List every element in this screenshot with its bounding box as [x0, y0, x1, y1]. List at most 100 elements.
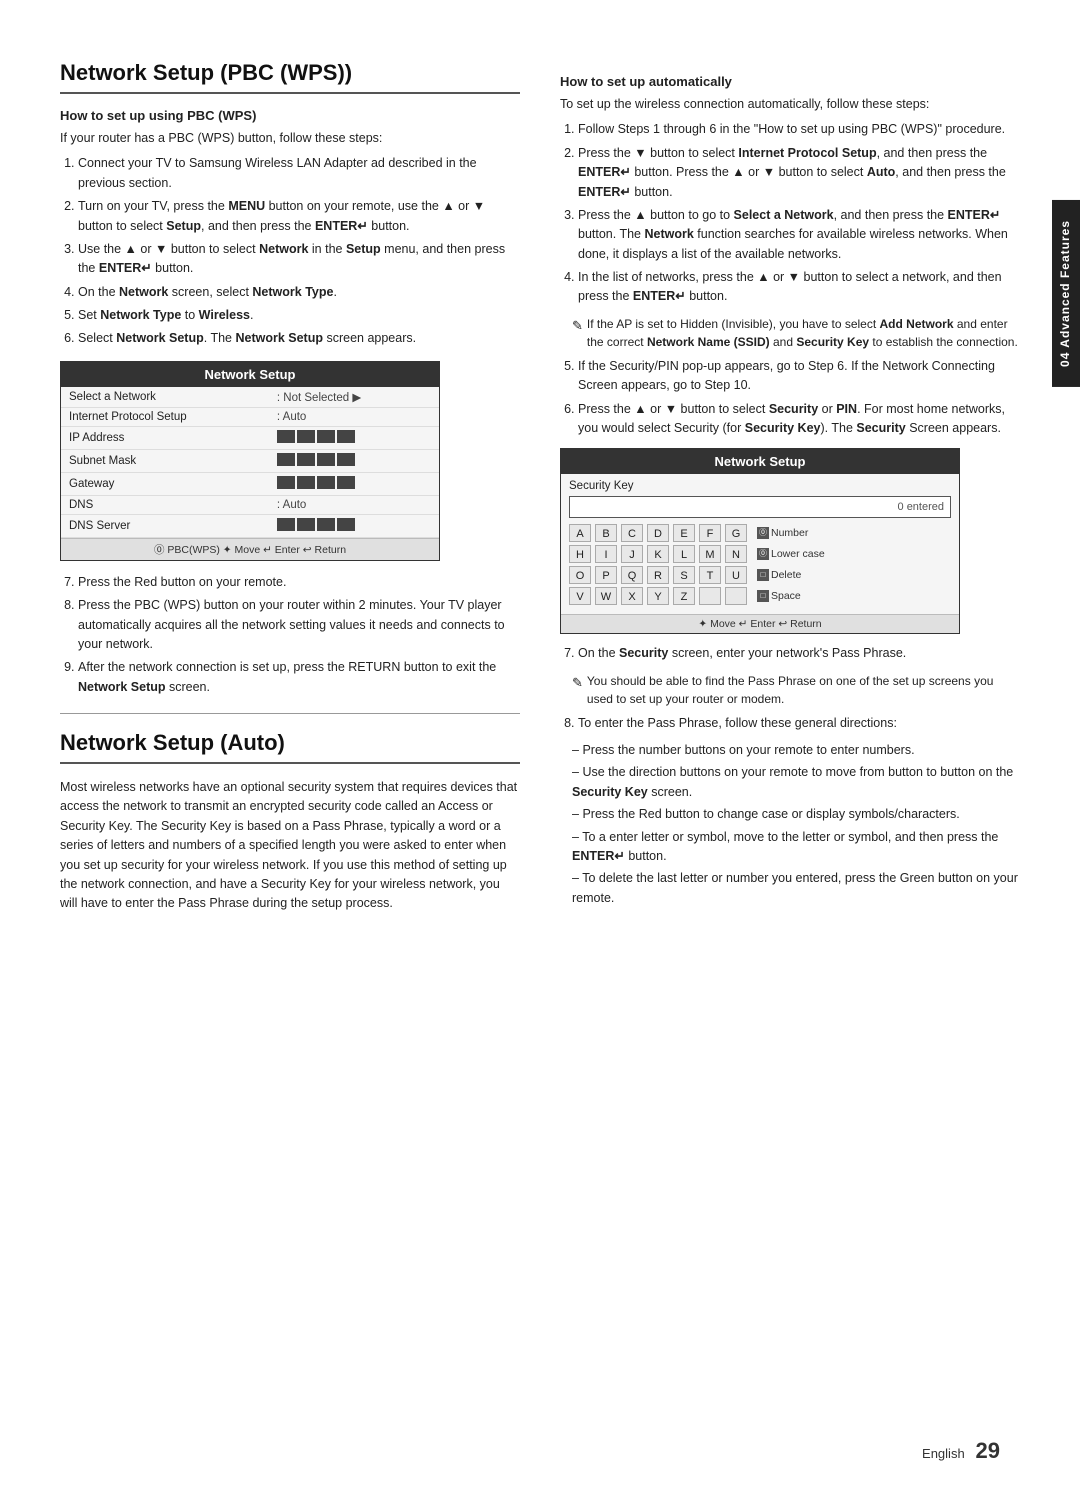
table-cell-label: Subnet Mask — [61, 449, 269, 472]
key-G[interactable]: G — [725, 524, 747, 542]
key-L[interactable]: L — [673, 545, 695, 563]
table-row: Internet Protocol Setup : Auto — [61, 407, 439, 426]
list-item: To delete the last letter or number you … — [572, 869, 1020, 908]
auto-intro-paragraph: Most wireless networks have an optional … — [60, 778, 520, 914]
section-title-pbc: Network Setup (PBC (WPS)) — [60, 60, 520, 94]
auto-steps-list-4: To enter the Pass Phrase, follow these g… — [560, 714, 1020, 733]
table-cell-label: Gateway — [61, 472, 269, 495]
action-lowercase: ⓪ Lower case — [757, 548, 825, 560]
network-table-footer: ⓪ PBC(WPS) ✦ Move ↵ Enter ↩ Return — [61, 538, 439, 560]
table-row: Select a Network : Not Selected ▶ — [61, 387, 439, 408]
left-column: Network Setup (PBC (WPS)) How to set up … — [60, 60, 520, 1374]
key-Y[interactable]: Y — [647, 587, 669, 605]
key-V[interactable]: V — [569, 587, 591, 605]
list-item: On the Network screen, select Network Ty… — [78, 283, 520, 302]
key-D[interactable]: D — [647, 524, 669, 542]
list-item: If the Security/PIN pop-up appears, go t… — [578, 357, 1020, 396]
subnet-blocks — [277, 453, 355, 466]
key-blank-2[interactable] — [725, 587, 747, 605]
list-item: Press the ▲ button to go to Select a Net… — [578, 206, 1020, 264]
table-cell-value — [269, 449, 439, 472]
table-cell-label: Select a Network — [61, 387, 269, 408]
key-H[interactable]: H — [569, 545, 591, 563]
section-divider — [60, 713, 520, 714]
table-cell-value — [269, 426, 439, 449]
key-Q[interactable]: Q — [621, 566, 643, 584]
section-title-auto: Network Setup (Auto) — [60, 730, 520, 764]
action-space: □ Space — [757, 590, 801, 602]
directions-list: Press the number buttons on your remote … — [560, 741, 1020, 908]
content-area: Network Setup (PBC (WPS)) How to set up … — [60, 60, 1020, 1374]
auto-steps-list-3: On the Security screen, enter your netwo… — [560, 644, 1020, 663]
key-E[interactable]: E — [673, 524, 695, 542]
note-7: ✎ You should be able to find the Pass Ph… — [572, 672, 1020, 708]
list-item: On the Security screen, enter your netwo… — [578, 644, 1020, 663]
list-item: Use the direction buttons on your remote… — [572, 763, 1020, 802]
note-7-text: You should be able to find the Pass Phra… — [587, 672, 1020, 708]
key-C[interactable]: C — [621, 524, 643, 542]
list-item: In the list of networks, press the ▲ or … — [578, 268, 1020, 307]
key-blank-1[interactable] — [699, 587, 721, 605]
footer-text: English — [922, 1446, 965, 1461]
security-key-table: Network Setup Security Key 0 entered A B… — [560, 448, 960, 634]
key-K[interactable]: K — [647, 545, 669, 563]
page-number: 29 — [976, 1438, 1000, 1463]
lowercase-icon: ⓪ — [757, 548, 769, 560]
keyboard-row-2: H I J K L M N ⓪ Lower case — [569, 545, 951, 563]
number-icon: ⓪ — [757, 527, 769, 539]
key-O[interactable]: O — [569, 566, 591, 584]
note-pencil-icon: ✎ — [572, 316, 583, 336]
note-4: ✎ If the AP is set to Hidden (Invisible)… — [572, 315, 1020, 351]
list-item: Press the PBC (WPS) button on your route… — [78, 596, 520, 654]
key-P[interactable]: P — [595, 566, 617, 584]
security-key-label: Security Key — [569, 480, 951, 492]
key-B[interactable]: B — [595, 524, 617, 542]
action-delete: □ Delete — [757, 569, 801, 581]
table-cell-label: IP Address — [61, 426, 269, 449]
table-cell-value — [269, 514, 439, 537]
security-table-title: Network Setup — [561, 449, 959, 474]
page: 04 Advanced Features Network Setup (PBC … — [0, 0, 1080, 1494]
delete-icon: □ — [757, 569, 769, 581]
key-T[interactable]: T — [699, 566, 721, 584]
action-number: ⓪ Number — [757, 527, 808, 539]
key-S[interactable]: S — [673, 566, 695, 584]
keyboard-row-3: O P Q R S T U □ Delete — [569, 566, 951, 584]
side-tab: 04 Advanced Features — [1052, 200, 1080, 387]
note-pencil-icon-2: ✎ — [572, 673, 583, 693]
key-J[interactable]: J — [621, 545, 643, 563]
key-M[interactable]: M — [699, 545, 721, 563]
auto-intro: To set up the wireless connection automa… — [560, 95, 1020, 114]
key-X[interactable]: X — [621, 587, 643, 605]
table-cell-label: Internet Protocol Setup — [61, 407, 269, 426]
key-F[interactable]: F — [699, 524, 721, 542]
list-item: Press the Red button to change case or d… — [572, 805, 1020, 824]
key-I[interactable]: I — [595, 545, 617, 563]
page-footer: English 29 — [922, 1438, 1000, 1464]
key-Z[interactable]: Z — [673, 587, 695, 605]
table-row: DNS Server — [61, 514, 439, 537]
table-row: Gateway — [61, 472, 439, 495]
table-row: IP Address — [61, 426, 439, 449]
key-A[interactable]: A — [569, 524, 591, 542]
list-item: Connect your TV to Samsung Wireless LAN … — [78, 154, 520, 193]
keyboard-row-1: A B C D E F G ⓪ Number — [569, 524, 951, 542]
list-item: After the network connection is set up, … — [78, 658, 520, 697]
list-item: Follow Steps 1 through 6 in the "How to … — [578, 120, 1020, 139]
list-item: Press the Red button on your remote. — [78, 573, 520, 592]
key-N[interactable]: N — [725, 545, 747, 563]
table-cell-value: : Not Selected ▶ — [269, 387, 439, 408]
network-table-body: Select a Network : Not Selected ▶ Intern… — [61, 387, 439, 538]
key-R[interactable]: R — [647, 566, 669, 584]
list-item: Turn on your TV, press the MENU button o… — [78, 197, 520, 236]
key-W[interactable]: W — [595, 587, 617, 605]
right-column: How to set up automatically To set up th… — [560, 60, 1020, 1374]
pbc-intro: If your router has a PBC (WPS) button, f… — [60, 129, 520, 148]
list-item: Press the ▲ or ▼ button to select Securi… — [578, 400, 1020, 439]
keyboard-row-4: V W X Y Z □ Space — [569, 587, 951, 605]
list-item: Press the number buttons on your remote … — [572, 741, 1020, 760]
list-item: To enter the Pass Phrase, follow these g… — [578, 714, 1020, 733]
table-cell-label: DNS Server — [61, 514, 269, 537]
table-cell-value: : Auto — [269, 407, 439, 426]
key-U[interactable]: U — [725, 566, 747, 584]
